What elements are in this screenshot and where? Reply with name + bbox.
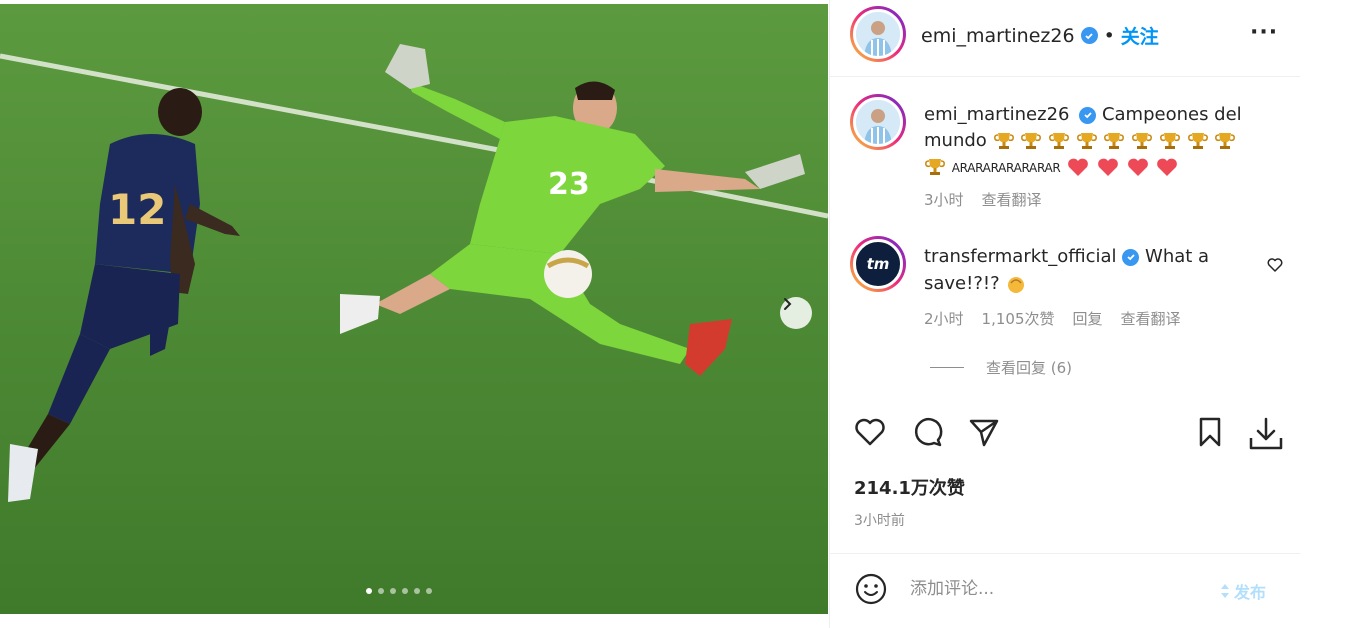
action-bar: [830, 414, 1300, 454]
trophy-icon: [1076, 133, 1097, 149]
comment-composer: [854, 572, 1200, 606]
bookmark-icon[interactable]: [1192, 414, 1228, 450]
carousel-dot: [414, 588, 420, 594]
post-photo: 12 23: [0, 4, 828, 614]
caption-translate-link[interactable]: 查看翻译: [982, 189, 1042, 210]
post-caption: emi_martinez26 Campeones del mundo ARARA…: [924, 102, 1264, 181]
share-paper-plane-icon[interactable]: [966, 414, 1002, 450]
comment-bubble-icon[interactable]: [909, 414, 945, 450]
clapping-hands-icon: [1008, 277, 1025, 293]
chevron-right-icon: [784, 298, 792, 310]
composer-divider: [830, 553, 1300, 554]
carousel-dot: [378, 588, 384, 594]
comment-input[interactable]: [910, 579, 1200, 599]
trophy-icon: [1021, 133, 1042, 149]
trophy-icon: [993, 133, 1014, 149]
view-replies[interactable]: 查看回复 (6): [930, 357, 1072, 378]
trophy-icon: [925, 159, 945, 175]
header-divider: [830, 76, 1300, 77]
red-heart-icon: [1157, 158, 1178, 176]
comment-meta: 2小时 1,105次赞 回复 查看翻译: [924, 308, 1181, 329]
more-options-button[interactable]: ···: [1250, 20, 1278, 45]
trophy-icon: [1049, 133, 1069, 149]
comment-like-heart-icon[interactable]: [1266, 256, 1284, 274]
caption-time: 3小时: [924, 191, 964, 209]
post-comment-button[interactable]: 发布: [1220, 579, 1266, 603]
caption-meta: 3小时 查看翻译: [924, 189, 1042, 210]
carousel-dot: [366, 588, 372, 594]
verified-icon: [1122, 248, 1140, 266]
post-header: emi_martinez26 • 关注: [921, 22, 1159, 49]
trophy-icon: [1187, 133, 1208, 149]
like-count[interactable]: 214.1万次赞: [854, 474, 965, 500]
keeper-number: 23: [548, 167, 590, 202]
caption-tail-text: ARARARARARARAR: [951, 161, 1061, 175]
post-image[interactable]: 12 23: [0, 4, 828, 614]
trophy-icon: [1160, 133, 1180, 149]
up-down-arrows-icon: [1221, 584, 1229, 598]
like-heart-icon[interactable]: [852, 414, 888, 450]
post-side-panel: emi_martinez26 • 关注 ··· emi_martinez26 C…: [829, 0, 1348, 628]
carousel-dot: [426, 588, 432, 594]
red-heart-icon: [1127, 158, 1148, 176]
red-heart-icon: [1068, 158, 1089, 176]
caption-username[interactable]: emi_martinez26: [924, 104, 1069, 125]
header-separator: •: [1103, 24, 1115, 47]
download-icon[interactable]: [1246, 414, 1286, 454]
author-avatar[interactable]: [850, 6, 906, 62]
striker-number: 12: [108, 185, 166, 234]
caption-avatar[interactable]: [850, 94, 906, 150]
red-heart-icon: [1098, 158, 1118, 176]
replies-line: [930, 367, 964, 368]
tm-logo: tm: [853, 239, 903, 289]
trophy-icon: [1215, 133, 1236, 149]
comment-reply-link[interactable]: 回复: [1073, 308, 1103, 329]
commenter-avatar[interactable]: tm: [850, 236, 906, 292]
trophy-icon: [1104, 133, 1125, 149]
trophy-icon: [1132, 133, 1153, 149]
carousel-indicator: [366, 588, 432, 594]
comment-translate-link[interactable]: 查看翻译: [1121, 308, 1181, 329]
comment-username[interactable]: transfermarkt_official: [924, 246, 1117, 267]
carousel-next-button[interactable]: [780, 297, 812, 329]
verified-icon: [1080, 27, 1098, 44]
verified-icon: [1079, 106, 1097, 124]
avatar-photo: [856, 100, 900, 144]
heart-emojis: [1066, 156, 1179, 177]
carousel-dot: [402, 588, 408, 594]
comment-likes[interactable]: 1,105次赞: [982, 308, 1055, 329]
author-username[interactable]: emi_martinez26: [921, 25, 1075, 47]
follow-button[interactable]: 关注: [1121, 22, 1159, 49]
view-replies-label[interactable]: 查看回复 (6): [986, 357, 1072, 378]
carousel-dot: [390, 588, 396, 594]
post-comment-label[interactable]: 发布: [1234, 579, 1266, 603]
avatar-photo: [856, 12, 900, 56]
comment-time: 2小时: [924, 310, 964, 328]
post-time: 3小时前: [854, 513, 905, 529]
emoji-smiley-icon[interactable]: [854, 572, 888, 606]
comment: transfermarkt_official What a save!?!?: [924, 243, 1244, 297]
